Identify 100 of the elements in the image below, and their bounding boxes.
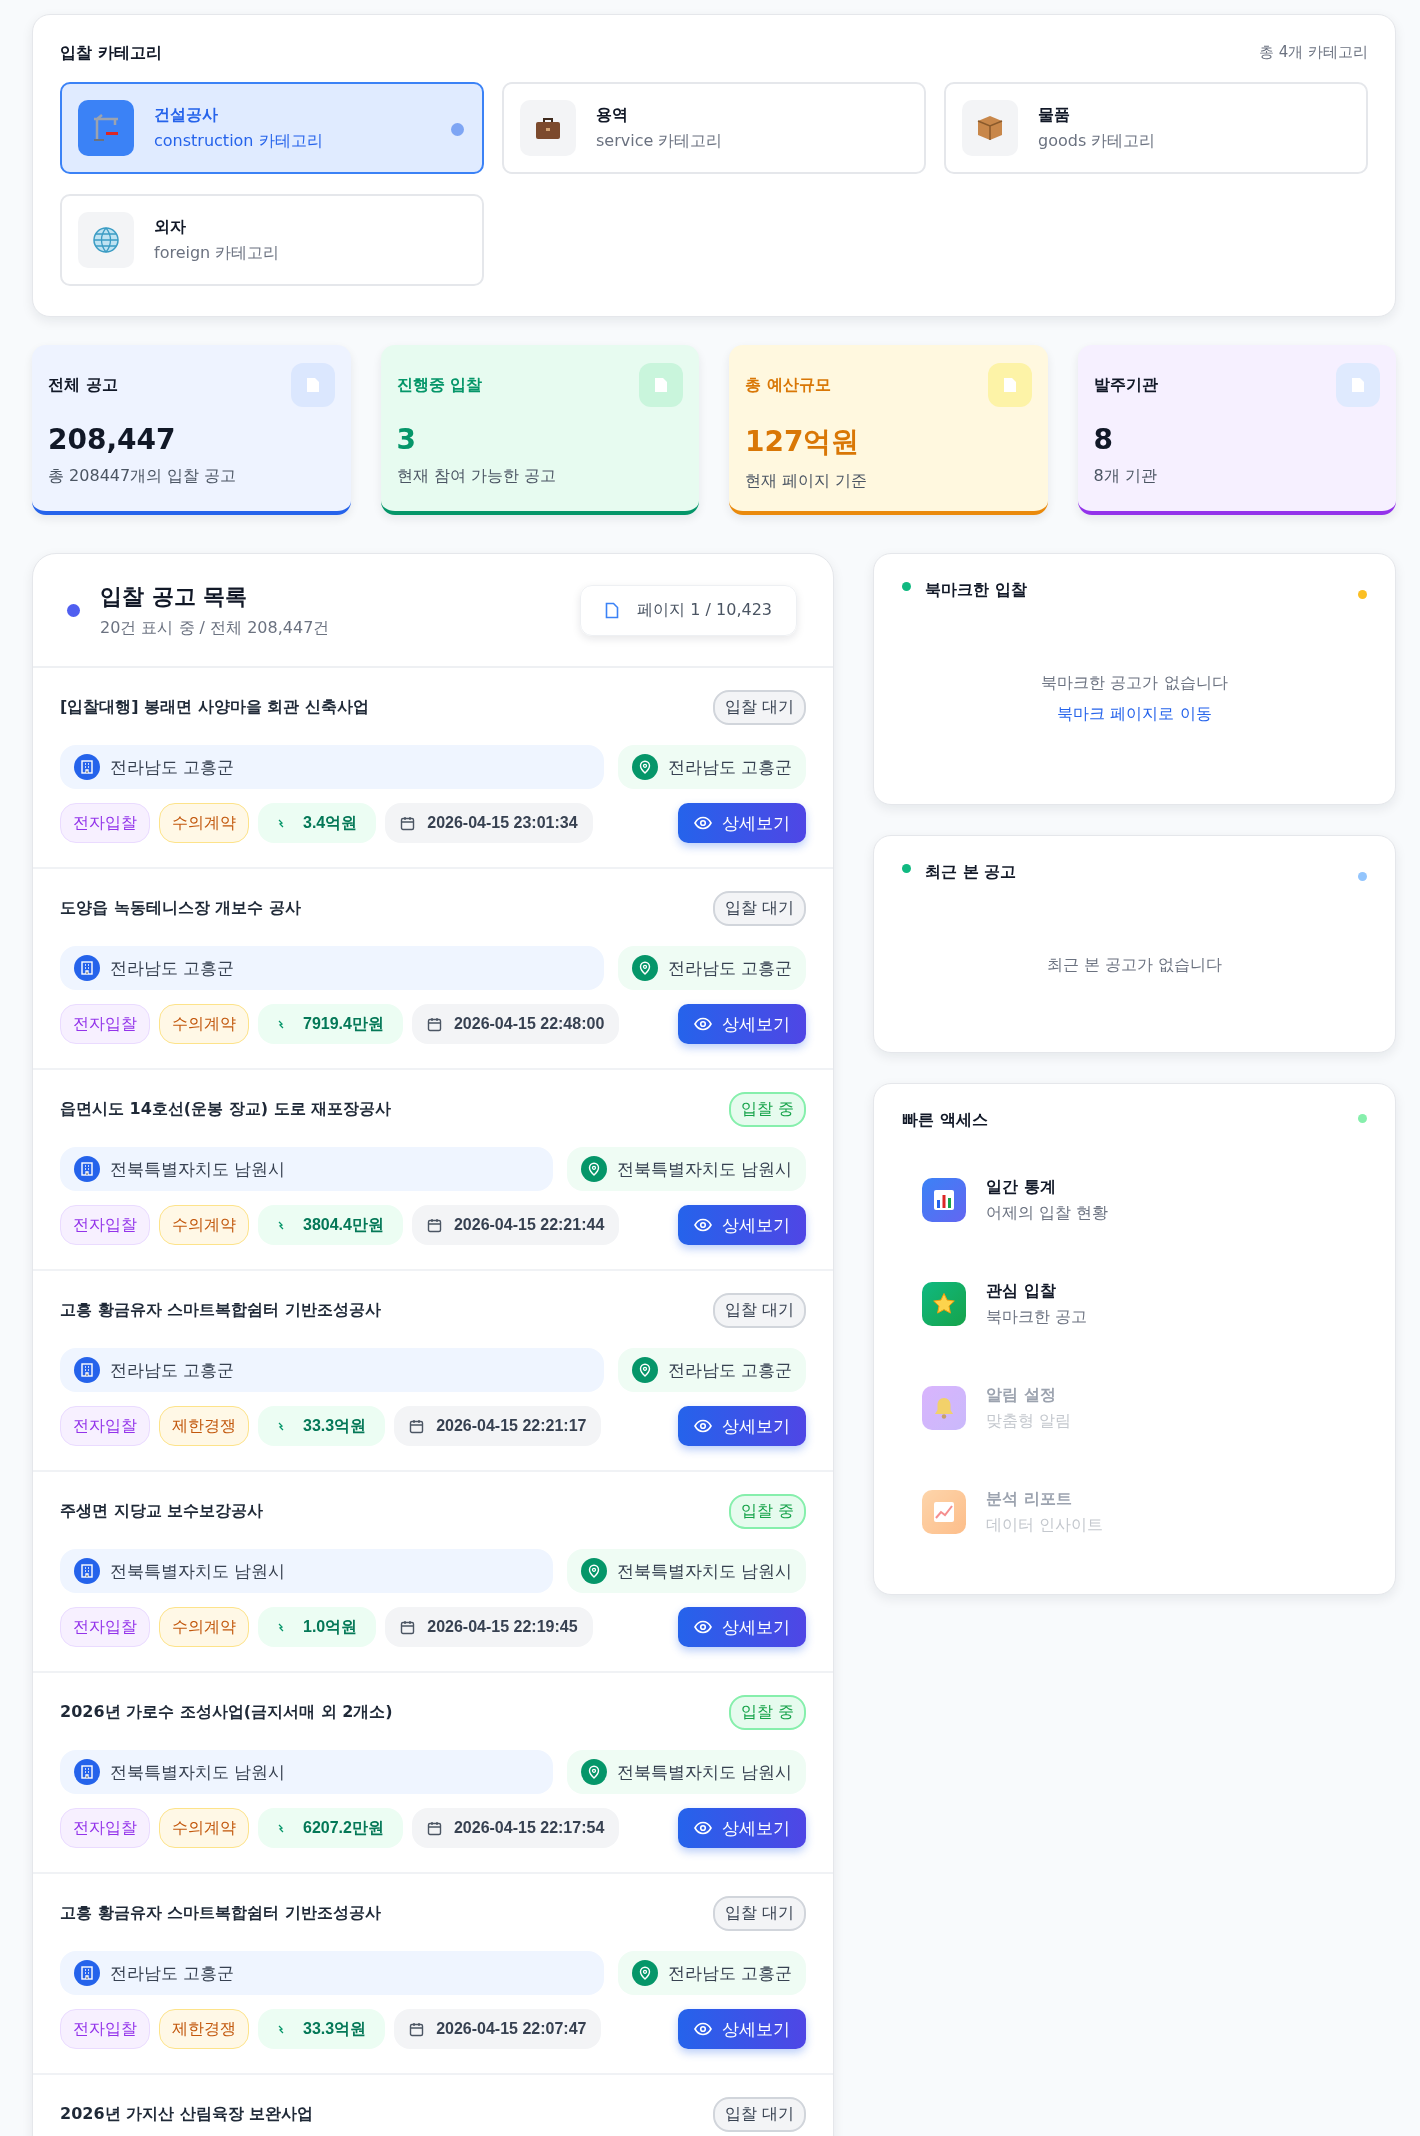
building-icon	[74, 1357, 100, 1383]
status-badge: 입찰 대기	[712, 690, 806, 725]
bid-method-tag: 전자입찰	[60, 1808, 150, 1848]
bid-title[interactable]: 2026년 가로수 조성사업(금지서매 외 2개소)	[60, 1702, 393, 1723]
panel-title: 북마크한 입찰	[925, 580, 1027, 601]
calendar-icon	[409, 2021, 425, 2037]
bid-title[interactable]: 2026년 가지산 산림육장 보완사업	[60, 2104, 314, 2125]
budget-tag: 6207.2만원	[258, 1808, 403, 1848]
star-icon	[932, 1292, 956, 1316]
category-card[interactable]: 용역 service 카테고리	[502, 82, 926, 174]
stat-caption: 8개 기관	[1093, 466, 1158, 487]
detail-button[interactable]: 상세보기	[678, 1004, 806, 1044]
contract-type-tag: 수의계약	[159, 1607, 249, 1647]
status-badge: 입찰 대기	[712, 891, 806, 926]
contract-type-tag: 제한경쟁	[159, 2009, 249, 2049]
eye-icon	[694, 2022, 712, 2036]
status-badge: 입찰 대기	[712, 1293, 806, 1328]
category-name: 용역	[596, 104, 629, 126]
category-description: foreign 카테고리	[154, 242, 280, 264]
trend-icon	[277, 817, 285, 829]
agency-name: 전라남도 고흥군	[110, 1358, 235, 1382]
bid-title[interactable]: [입찰대행] 봉래면 사양마을 회관 신축사업	[60, 697, 369, 718]
stat-label: 진행중 입찰	[396, 375, 483, 396]
building-icon	[74, 1759, 100, 1785]
budget-tag: 33.3억원	[258, 2009, 386, 2049]
status-badge: 입찰 대기	[712, 1896, 806, 1931]
detail-button[interactable]: 상세보기	[678, 1607, 806, 1647]
bid-title[interactable]: 주생면 지당교 보수보강공사	[60, 1501, 264, 1522]
trend-icon	[277, 1822, 285, 1834]
eye-icon	[694, 1017, 712, 1031]
agency-name: 전라남도 고흥군	[110, 956, 235, 980]
deadline-tag: 2026-04-15 22:07:47	[394, 2009, 602, 2049]
region-name: 전북특별자치도 남원시	[616, 1559, 792, 1583]
panel-title: 빠른 액세스	[902, 1110, 988, 1131]
deadline-tag: 2026-04-15 22:48:00	[411, 1004, 620, 1044]
detail-button[interactable]: 상세보기	[678, 1406, 806, 1446]
empty-message: 북마크한 공고가 없습니다	[1041, 673, 1228, 694]
bid-method-tag: 전자입찰	[60, 1004, 150, 1044]
status-badge: 입찰 중	[728, 1092, 806, 1127]
panel-title: 최근 본 공고	[925, 862, 1017, 883]
contract-type-tag: 제한경쟁	[159, 1406, 249, 1446]
status-badge: 입찰 중	[728, 1695, 806, 1730]
stat-label: 전체 공고	[48, 375, 118, 396]
location-pin-icon	[580, 1156, 607, 1182]
category-description: service 카테고리	[596, 130, 723, 152]
category-description: construction 카테고리	[154, 130, 323, 152]
bid-title[interactable]: 고흥 황금유자 스마트복합쉼터 기반조성공사	[60, 1300, 381, 1321]
eye-icon	[694, 1620, 712, 1634]
budget-tag: 3.4억원	[258, 803, 377, 843]
region-name: 전북특별자치도 남원시	[616, 1157, 792, 1181]
category-name: 외자	[154, 216, 187, 238]
bid-title[interactable]: 고흥 황금유자 스마트복합쉼터 기반조성공사	[60, 1903, 381, 1924]
calendar-icon	[409, 1418, 425, 1434]
deadline-tag: 2026-04-15 23:01:34	[385, 803, 593, 843]
category-card[interactable]: 물품 goods 카테고리	[944, 82, 1368, 174]
line-chart-icon	[933, 1501, 955, 1523]
category-card[interactable]: 외자 foreign 카테고리	[60, 194, 484, 286]
deadline-tag: 2026-04-15 22:19:45	[385, 1607, 593, 1647]
bid-title[interactable]: 도양읍 녹동테니스장 개보수 공사	[60, 898, 301, 919]
deadline-tag: 2026-04-15 22:17:54	[411, 1808, 620, 1848]
title-dot	[67, 603, 80, 617]
stat-caption: 총 208447개의 입찰 공고	[48, 466, 238, 487]
bookmark-page-link[interactable]: 북마크 페이지로 이동	[1057, 704, 1212, 725]
agency-name: 전북특별자치도 남원시	[110, 1559, 286, 1583]
budget-tag: 33.3억원	[258, 1406, 386, 1446]
bid-title[interactable]: 읍면시도 14호선(운봉 장교) 도로 재포장공사	[60, 1099, 392, 1120]
category-name: 건설공사	[154, 104, 219, 126]
stat-caption: 현재 페이지 기준	[745, 471, 869, 492]
quick-item-title: 알림 설정	[986, 1384, 1057, 1406]
box-icon	[975, 113, 1005, 143]
contract-type-tag: 수의계약	[159, 803, 249, 843]
bid-method-tag: 전자입찰	[60, 1406, 150, 1446]
contract-type-tag: 수의계약	[159, 1808, 249, 1848]
contract-type-tag: 수의계약	[159, 1004, 249, 1044]
section-title: 입찰 카테고리	[60, 43, 162, 64]
building-icon	[74, 1156, 100, 1182]
bid-method-tag: 전자입찰	[60, 803, 150, 843]
agency-name: 전라남도 고흥군	[110, 755, 235, 779]
agency-name: 전북특별자치도 남원시	[110, 1760, 286, 1784]
quick-item-description: 데이터 인사이트	[986, 1514, 1104, 1536]
status-badge: 입찰 중	[728, 1494, 806, 1529]
quick-access-item[interactable]: 관심 입찰 북마크한 공고	[902, 1269, 1367, 1339]
stat-value: 3	[396, 423, 417, 456]
contract-type-tag: 수의계약	[159, 1205, 249, 1245]
detail-button[interactable]: 상세보기	[678, 2009, 806, 2049]
detail-button[interactable]: 상세보기	[678, 1205, 806, 1245]
detail-button[interactable]: 상세보기	[678, 1808, 806, 1848]
location-pin-icon	[631, 754, 658, 780]
calendar-icon	[426, 1016, 442, 1032]
eye-icon	[694, 1218, 712, 1232]
quick-item-description: 어제의 입찰 현황	[986, 1202, 1109, 1224]
bid-method-tag: 전자입찰	[60, 1205, 150, 1245]
deadline-tag: 2026-04-15 22:21:44	[411, 1205, 620, 1245]
quick-item-title: 일간 통계	[986, 1176, 1057, 1198]
detail-button[interactable]: 상세보기	[678, 803, 806, 843]
agency-name: 전라남도 고흥군	[110, 1961, 235, 1985]
category-card[interactable]: 건설공사 construction 카테고리	[60, 82, 484, 174]
quick-access-item[interactable]: 일간 통계 어제의 입찰 현황	[902, 1165, 1367, 1235]
deadline-tag: 2026-04-15 22:21:17	[394, 1406, 602, 1446]
stat-value: 208,447	[48, 423, 177, 456]
